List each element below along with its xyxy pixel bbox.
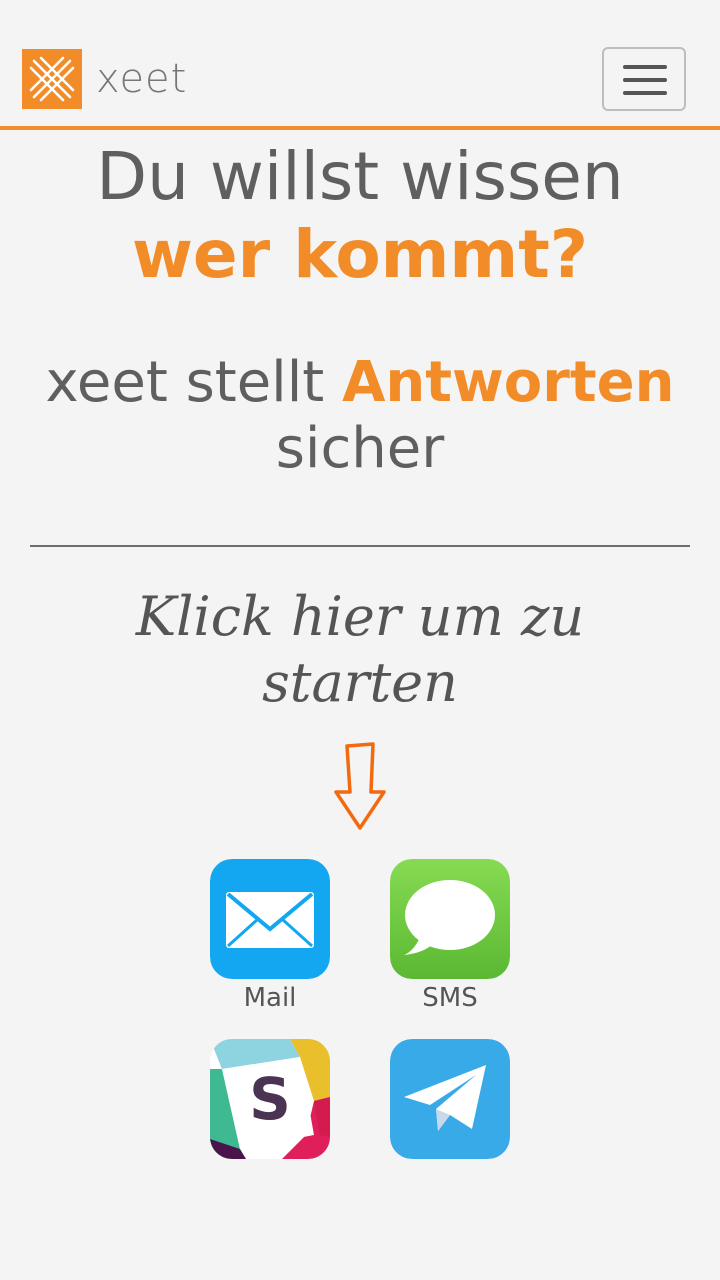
slack-icon: S — [210, 1039, 330, 1159]
hamburger-menu-icon — [623, 65, 667, 69]
sms-app-label: SMS — [422, 983, 478, 1013]
hero-sub-suffix: sicher — [275, 416, 445, 481]
hamburger-menu-icon — [623, 78, 667, 82]
brand-name: xeet — [96, 56, 188, 102]
hero-sub-accent: Antworten — [342, 350, 675, 415]
hero-line-1: Du willst wissen — [96, 138, 624, 215]
mail-app-button[interactable]: Mail — [210, 859, 330, 1013]
start-link[interactable]: Klick hier um zu starten — [60, 584, 660, 716]
sms-icon — [390, 859, 510, 979]
xeet-logo-icon — [22, 49, 82, 109]
arrow-down-icon — [334, 742, 386, 830]
divider — [30, 545, 690, 547]
sms-app-button[interactable]: SMS — [390, 859, 510, 1013]
menu-toggle-button[interactable] — [602, 47, 686, 111]
hero-sub-prefix: xeet stellt — [45, 350, 325, 415]
mail-icon — [210, 859, 330, 979]
telegram-app-button[interactable] — [390, 1039, 510, 1159]
slack-app-button[interactable]: S — [210, 1039, 330, 1159]
brand-link[interactable]: xeet — [22, 48, 187, 110]
hero-heading: Du willst wissen wer kommt? — [0, 138, 720, 294]
mail-app-label: Mail — [243, 983, 297, 1013]
telegram-icon — [390, 1039, 510, 1159]
hero-subheading: xeet stellt Antworten sicher — [0, 350, 720, 482]
navbar: xeet — [0, 0, 720, 130]
hamburger-menu-icon — [623, 91, 667, 95]
svg-text:S: S — [249, 1065, 291, 1133]
hero-line-2: wer kommt? — [131, 216, 589, 293]
